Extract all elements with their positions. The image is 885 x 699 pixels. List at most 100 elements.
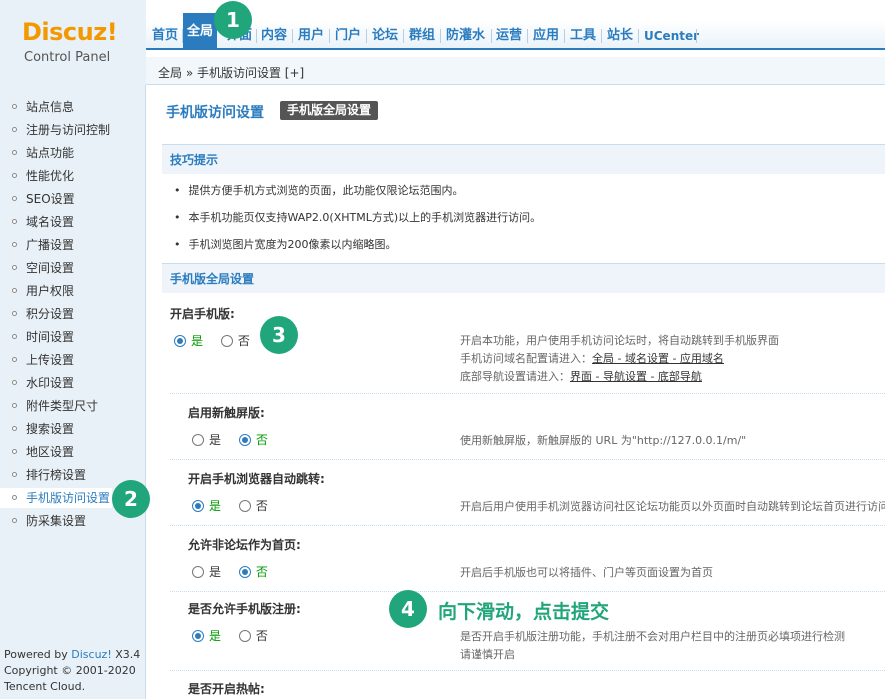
sidebar: 站点信息注册与访问控制 站点功能性能优化 SEO设置域名设置广播设置空间设置用户权限… xyxy=(0,85,146,699)
sidebar-item[interactable]: 水印设置 xyxy=(12,373,74,393)
bottom-nav-link[interactable]: 界面 - 导航设置 - 底部导航 xyxy=(570,370,702,383)
page-title: 手机版访问设置 xyxy=(166,105,264,121)
radio-yes[interactable] xyxy=(192,566,204,578)
radio-no[interactable] xyxy=(238,500,251,512)
sidebar-item[interactable]: 上传设置 xyxy=(12,350,74,370)
sidebar-item-label: 水印设置 xyxy=(26,376,75,390)
desc-line: 是否开启手机版注册功能，手机注册不会对用户栏目中的注册页必填项进行检测 xyxy=(460,630,845,643)
radio-no[interactable] xyxy=(238,566,251,578)
sidebar-item-label: 站点功能 xyxy=(26,146,75,160)
radio-no[interactable] xyxy=(238,434,251,446)
radio-no-label: 否 xyxy=(255,499,268,513)
powered-prefix: Powered by xyxy=(4,648,68,661)
row-label-new-touch: 启用新触屏版: xyxy=(188,406,265,420)
sidebar-item[interactable]: 用户权限 xyxy=(12,281,74,301)
tip-item: 本手机功能页仅支持WAP2.0(XHTML方式)以上的手机浏览器进行访问。 xyxy=(174,209,542,225)
bullet-icon xyxy=(12,173,17,178)
sidebar-item-label: 域名设置 xyxy=(26,215,75,229)
bullet-icon xyxy=(12,150,17,155)
nav-antispam[interactable]: 防灌水 xyxy=(442,25,489,47)
sidebar-item[interactable]: 积分设置 xyxy=(12,304,74,324)
sidebar-item-label: 时间设置 xyxy=(26,330,75,344)
sidebar-item[interactable]: 站点功能 xyxy=(12,143,74,163)
radio-no[interactable] xyxy=(220,335,233,347)
sidebar-item-label: 搜索设置 xyxy=(26,422,75,436)
nav-group[interactable]: 群组 xyxy=(405,25,439,47)
radio-yes-label: 是 xyxy=(209,499,222,513)
nav-portal[interactable]: 门户 xyxy=(331,25,365,47)
radio-yes[interactable] xyxy=(192,630,204,642)
radio-no-label: 否 xyxy=(255,629,268,643)
sidebar-item[interactable]: 搜索设置 xyxy=(12,419,74,439)
row-desc-new-touch: 使用新触屏版，新触屏版的 URL 为"http://127.0.0.1/m/" xyxy=(460,434,747,447)
logo-sub: Control Panel xyxy=(24,50,111,65)
radio-no[interactable] xyxy=(238,630,251,642)
bullet-icon xyxy=(12,518,17,523)
nav-home[interactable]: 首页 xyxy=(148,25,182,47)
sidebar-item-label: 上传设置 xyxy=(26,353,75,367)
row-desc-enable-mobile: 开启本功能，用户使用手机访问论坛时，将自动跳转到手机版界面 手机访问域名配置请进… xyxy=(460,332,779,386)
powered-brand[interactable]: Discuz! xyxy=(71,648,111,661)
step-badge-4: 4 xyxy=(389,590,427,628)
tips-heading: 技巧提示 xyxy=(162,144,885,174)
bullet-icon xyxy=(12,242,17,247)
tip-item: 手机浏览图片宽度为200像素以内缩略图。 xyxy=(174,236,397,252)
nav-global[interactable]: 全局 xyxy=(183,13,218,49)
tab-mobile-global[interactable]: 手机版全局设置 xyxy=(280,101,379,120)
tip-item: 提供方便手机方式浏览的页面，此功能仅限论坛范围内。 xyxy=(174,182,464,198)
nav-forum[interactable]: 论坛 xyxy=(368,25,402,47)
domain-settings-link[interactable]: 全局 - 域名设置 - 应用域名 xyxy=(592,352,724,365)
desc-line: 开启本功能，用户使用手机访问论坛时，将自动跳转到手机版界面 xyxy=(460,334,779,347)
row-divider xyxy=(170,459,885,460)
bullet-icon xyxy=(12,196,17,201)
bullet-icon xyxy=(12,472,17,477)
radio-yes-label: 是 xyxy=(209,629,222,643)
desc-line: 请谨慎开启 xyxy=(460,648,515,661)
bullet-icon xyxy=(12,104,17,109)
row-desc-nonforum-home: 开启后手机版也可以将插件、门户等页面设置为首页 xyxy=(460,566,713,579)
sidebar-item[interactable]: 时间设置 xyxy=(12,327,74,347)
nav-operation[interactable]: 运营 xyxy=(492,25,526,47)
copyright: Copyright © 2001-2020 xyxy=(4,664,136,677)
sidebar-item-label: 积分设置 xyxy=(26,307,75,321)
sidebar-item-label: 注册与访问控制 xyxy=(26,123,111,137)
sidebar-item[interactable]: 空间设置 xyxy=(12,258,74,278)
bullet-icon xyxy=(12,265,17,270)
logo[interactable]: Discuz! Control Panel xyxy=(0,0,146,85)
radio-yes[interactable] xyxy=(174,335,186,347)
nav-users[interactable]: 用户 xyxy=(294,25,328,47)
sidebar-item[interactable]: 注册与访问控制 xyxy=(12,120,110,140)
sidebar-item[interactable]: 排行榜设置 xyxy=(12,465,86,485)
bullet-icon xyxy=(12,449,17,454)
sidebar-item[interactable]: 性能优化 xyxy=(12,166,74,186)
radio-yes[interactable] xyxy=(192,434,204,446)
nav-tools[interactable]: 工具 xyxy=(566,25,600,47)
nav-admin[interactable]: 站长 xyxy=(603,25,637,47)
sidebar-item-label: 手机版访问设置 xyxy=(26,491,111,505)
nav-ucenter[interactable]: UCenter xyxy=(640,25,703,47)
powered-version: X3.4 xyxy=(115,648,141,661)
sidebar-item[interactable]: SEO设置 xyxy=(12,189,75,209)
bullet-icon xyxy=(12,495,17,500)
sidebar-item[interactable]: 防采集设置 xyxy=(12,511,86,531)
nav-apps[interactable]: 应用 xyxy=(529,25,563,47)
breadcrumb[interactable]: 全局 » 手机版访问设置 [+] xyxy=(158,64,304,81)
settings-heading: 手机版全局设置 xyxy=(162,263,885,293)
desc-prefix: 底部导航设置请进入： xyxy=(460,370,570,383)
breadcrumb-bar: 全局 » 手机版访问设置 [+] xyxy=(146,57,885,85)
sidebar-item[interactable]: 附件类型尺寸 xyxy=(12,396,98,416)
radio-no-label: 否 xyxy=(255,433,268,447)
nav-content[interactable]: 内容 xyxy=(257,25,291,47)
sidebar-item-label: 防采集设置 xyxy=(26,514,87,528)
sidebar-item[interactable]: 广播设置 xyxy=(12,235,74,255)
sidebar-item[interactable]: 地区设置 xyxy=(12,442,74,462)
row-divider xyxy=(170,393,885,394)
radio-yes[interactable] xyxy=(192,500,204,512)
bullet-icon xyxy=(12,219,17,224)
sidebar-item-label: 空间设置 xyxy=(26,261,75,275)
row-label-enable-mobile: 开启手机版: xyxy=(170,307,235,321)
sidebar-item-label: 用户权限 xyxy=(26,284,75,298)
sidebar-item[interactable]: 站点信息 xyxy=(12,97,74,117)
sidebar-item[interactable]: 域名设置 xyxy=(12,212,74,232)
sidebar-item[interactable]: 手机版访问设置 xyxy=(0,488,112,508)
